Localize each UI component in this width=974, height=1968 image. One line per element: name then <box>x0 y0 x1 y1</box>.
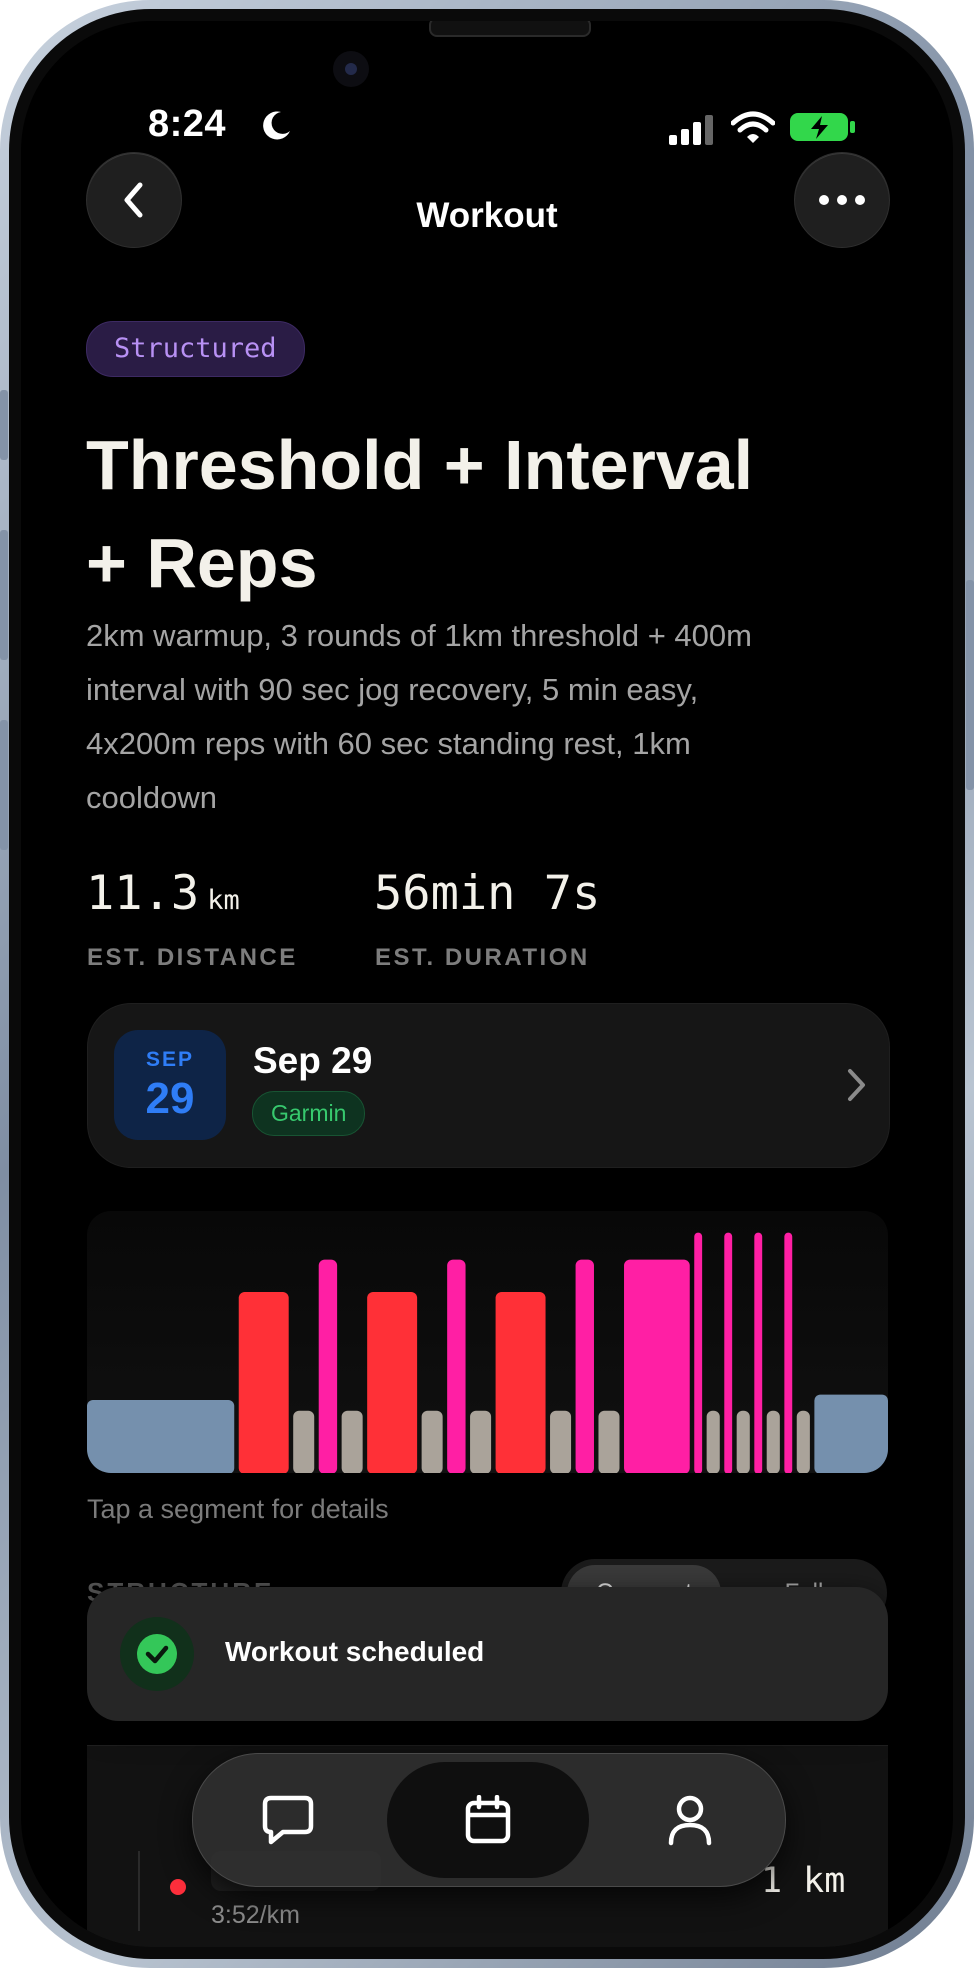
calendar-icon <box>465 1795 511 1844</box>
workout-type-badge: Structured <box>86 321 305 377</box>
chart-segment-rest[interactable] <box>796 1410 810 1473</box>
status-time: 8:24 <box>148 103 227 145</box>
side-button-volume-down <box>0 720 8 850</box>
chart-segment-rest[interactable] <box>736 1410 750 1473</box>
step-color-dot <box>170 1879 186 1895</box>
workout-profile-svg <box>87 1232 888 1473</box>
step-distance: 1 km <box>761 1861 846 1901</box>
chart-segment-rest[interactable] <box>293 1410 315 1473</box>
chart-hint: Tap a segment for details <box>87 1494 389 1524</box>
chart-segment-interval[interactable] <box>575 1259 594 1473</box>
wifi-icon <box>731 111 775 143</box>
chart-segment-threshold[interactable] <box>367 1292 418 1473</box>
toast-success-icon-ring <box>120 1617 194 1691</box>
tab-profile[interactable] <box>621 1762 759 1878</box>
chart-segment-easy[interactable] <box>624 1259 690 1473</box>
chart-segment-cooldown[interactable] <box>814 1394 888 1473</box>
person-icon <box>668 1795 712 1846</box>
chart-segment-rest[interactable] <box>341 1410 363 1473</box>
workout-scheduled-toast: Workout scheduled <box>87 1587 888 1721</box>
distance-unit: km <box>207 885 240 916</box>
date-month: SEP <box>145 1048 195 1071</box>
chart-segment-interval[interactable] <box>447 1259 466 1473</box>
description-line: 4x200m reps with 60 sec standing rest, 1… <box>86 726 691 761</box>
duration-stat-label: EST. DURATION <box>375 944 590 971</box>
checkmark-icon <box>145 1645 169 1664</box>
chart-segment-rest[interactable] <box>706 1410 720 1473</box>
chart-segment-rest[interactable] <box>421 1410 443 1473</box>
moon-icon <box>263 111 290 140</box>
earpiece-speaker <box>429 21 591 37</box>
chart-segment-threshold[interactable] <box>495 1292 546 1473</box>
side-button-power <box>966 580 974 790</box>
ellipsis-icon <box>819 195 865 205</box>
more-options-button[interactable] <box>794 152 890 248</box>
front-camera <box>333 51 369 87</box>
chart-segment-interval[interactable] <box>318 1259 338 1473</box>
distance-value: 11.3 <box>86 866 200 921</box>
workout-profile-chart[interactable] <box>87 1211 888 1473</box>
screen: 8:24 Workout Structured Threshold + Inte… <box>21 21 953 1947</box>
side-button-action <box>0 390 8 460</box>
workout-title-line: Threshold + Interval <box>86 426 754 504</box>
chart-segment-warmup[interactable] <box>87 1400 235 1473</box>
chart-segment-threshold[interactable] <box>238 1292 289 1473</box>
chart-segment-rep[interactable] <box>754 1232 763 1473</box>
duration-stat-value: 56min 7s <box>374 866 601 921</box>
battery-charging-icon <box>790 113 855 141</box>
scheduled-date: Sep 29 <box>253 1040 373 1081</box>
chart-segment-rest[interactable] <box>550 1410 572 1473</box>
checkmark-circle-icon <box>137 1634 177 1674</box>
side-button-volume-up <box>0 530 8 660</box>
chevron-right-icon <box>848 1069 865 1101</box>
date-day: 29 <box>145 1074 195 1123</box>
step-pace: 3:52/km <box>211 1901 300 1929</box>
workout-description: 2km warmup, 3 rounds of 1km threshold + … <box>86 609 906 825</box>
distance-stat-value: 11.3 km <box>86 866 240 921</box>
workout-title-line: + Reps <box>86 524 318 602</box>
step-connector-line <box>138 1851 140 1931</box>
cellular-signal-icon <box>669 115 713 145</box>
workout-title: Threshold + Interval + Reps <box>86 416 906 612</box>
scheduled-date-card[interactable]: SEP 29 Sep 29 Garmin <box>87 1003 890 1168</box>
chart-segment-rep[interactable] <box>724 1232 733 1473</box>
provider-badge: Garmin <box>252 1091 366 1136</box>
description-line: cooldown <box>86 780 217 815</box>
toast-message: Workout scheduled <box>225 1636 485 1667</box>
tab-chat[interactable] <box>219 1762 357 1878</box>
description-line: interval with 90 sec jog recovery, 5 min… <box>86 672 699 707</box>
chart-segment-rep[interactable] <box>694 1232 703 1473</box>
chart-segment-rest[interactable] <box>766 1410 780 1473</box>
chart-segment-rep[interactable] <box>784 1232 793 1473</box>
bottom-tab-bar <box>192 1753 786 1887</box>
chat-bubble-icon <box>262 1795 314 1845</box>
chart-segment-rest[interactable] <box>470 1410 492 1473</box>
distance-stat-label: EST. DISTANCE <box>87 944 298 971</box>
calendar-date-tile: SEP 29 <box>114 1030 226 1140</box>
description-line: 2km warmup, 3 rounds of 1km threshold + … <box>86 618 752 653</box>
tab-calendar[interactable] <box>387 1762 589 1878</box>
chart-segment-rest[interactable] <box>598 1410 620 1473</box>
